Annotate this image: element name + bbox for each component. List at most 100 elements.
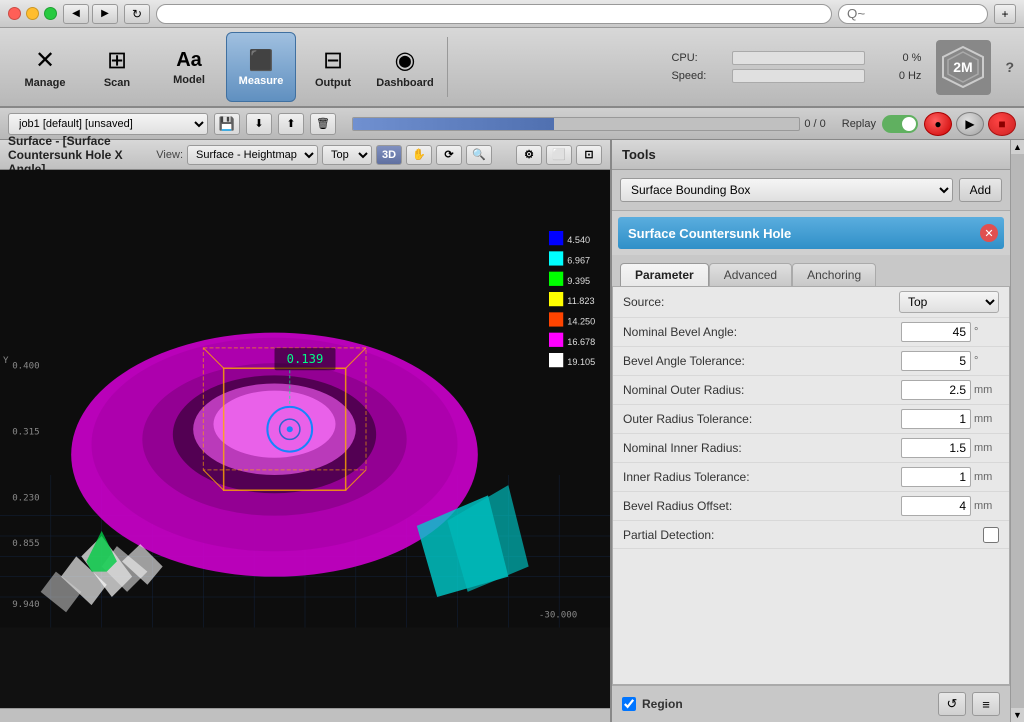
toolbar-output[interactable]: ⊟ Output — [298, 32, 368, 102]
forward-button[interactable]: ▶ — [92, 4, 118, 24]
toolbar: ✕ Manage ⊞ Scan Aa Model ⬛ Measure ⊟ Out… — [0, 28, 1024, 108]
upload-button[interactable]: ⬆ — [278, 113, 304, 135]
inner-radius-input[interactable] — [901, 438, 971, 458]
outer-tolerance-label: Outer Radius Tolerance: — [623, 412, 901, 426]
job-selector[interactable]: job1 [default] [unsaved] — [8, 113, 208, 135]
output-label: Output — [315, 77, 351, 89]
region-checkbox[interactable] — [622, 697, 636, 711]
toolbar-scan[interactable]: ⊞ Scan — [82, 32, 152, 102]
progress-fill — [353, 118, 554, 130]
toolbar-separator — [447, 37, 448, 97]
scroll-down-button[interactable]: ▼ — [1011, 708, 1024, 722]
source-label: Source: — [623, 295, 899, 309]
horizontal-scrollbar[interactable] — [0, 708, 610, 722]
svg-text:-30.000: -30.000 — [539, 610, 577, 620]
bevel-angle-input[interactable] — [901, 322, 971, 342]
nav-buttons: ◀ ▶ — [63, 4, 118, 24]
scroll-up-button[interactable]: ▲ — [1011, 140, 1024, 154]
stop-record-button[interactable]: ■ — [988, 112, 1016, 136]
measure-icon: ⬛ — [249, 48, 274, 73]
progress-bar — [352, 117, 800, 131]
output-icon: ⊟ — [323, 46, 343, 75]
right-scrollbar[interactable]: ▲ ▼ — [1010, 140, 1024, 722]
tool-type-dropdown[interactable]: Surface Bounding Box — [620, 178, 953, 202]
svg-text:0.230: 0.230 — [12, 493, 39, 503]
address-bar[interactable] — [156, 4, 832, 24]
tab-parameter[interactable]: Parameter — [620, 263, 709, 286]
svg-text:19.105: 19.105 — [567, 357, 595, 367]
new-tab-button[interactable]: + — [994, 4, 1016, 24]
refresh-button[interactable]: ↻ — [124, 4, 150, 24]
replay-label: Replay — [842, 118, 876, 130]
svg-text:2M: 2M — [954, 59, 973, 75]
play-button[interactable]: ▶ — [956, 112, 984, 136]
bevel-tolerance-input[interactable] — [901, 351, 971, 371]
download-button[interactable]: ⬇ — [246, 113, 272, 135]
reset-button[interactable]: ↺ — [938, 692, 966, 716]
view-mode-select[interactable]: Surface - Heightmap — [187, 145, 318, 165]
zoom-button[interactable]: 🔍 — [466, 145, 492, 165]
inner-tolerance-unit: mm — [974, 471, 999, 483]
right-panel-container: Tools Surface Bounding Box Add Surface C… — [610, 140, 1024, 722]
add-tool-button[interactable]: Add — [959, 178, 1002, 202]
param-row-bevel-offset: Bevel Radius Offset: mm — [613, 492, 1009, 521]
outer-tolerance-input[interactable] — [901, 409, 971, 429]
back-button[interactable]: ◀ — [63, 4, 89, 24]
bevel-offset-input[interactable] — [901, 496, 971, 516]
view-direction-select[interactable]: Top — [322, 145, 372, 165]
toolbar-measure[interactable]: ⬛ Measure — [226, 32, 296, 102]
main-area: Surface - [Surface Countersunk Hole X An… — [0, 140, 1024, 722]
scan-label: Scan — [104, 77, 130, 89]
partial-detection-checkbox[interactable] — [983, 527, 999, 543]
svg-text:9.395: 9.395 — [567, 276, 590, 286]
screenshot-btn[interactable]: ⬜ — [546, 145, 572, 165]
source-select[interactable]: Top — [899, 291, 999, 313]
viewport[interactable]: 0.139 0.400 0.315 0.230 0.855 9.940 Y -3… — [0, 170, 610, 722]
manage-label: Manage — [25, 77, 66, 89]
param-row-inner-radius: Nominal Inner Radius: mm — [613, 434, 1009, 463]
list-button[interactable]: ≡ — [972, 692, 1000, 716]
minimize-button[interactable] — [26, 7, 39, 20]
3d-button[interactable]: 3D — [376, 145, 402, 165]
replay-toggle[interactable] — [882, 115, 918, 133]
inner-tolerance-input[interactable] — [901, 467, 971, 487]
toolbar-dashboard[interactable]: ◉ Dashboard — [370, 32, 440, 102]
svg-text:0.400: 0.400 — [12, 361, 39, 371]
speed-row: Speed: 0 Hz — [671, 69, 921, 83]
progress-values: 0 / 0 — [804, 118, 825, 130]
pan-button[interactable]: ✋ — [406, 145, 432, 165]
rotate-button[interactable]: ⟳ — [436, 145, 462, 165]
titlebar: ◀ ▶ ↻ + — [0, 0, 1024, 28]
search-bar[interactable] — [838, 4, 988, 24]
svg-text:0.315: 0.315 — [12, 427, 39, 437]
logo-area: 2M — [923, 40, 1003, 95]
cpu-bar — [732, 51, 865, 65]
tab-anchoring[interactable]: Anchoring — [792, 263, 876, 286]
close-button[interactable] — [8, 7, 21, 20]
inner-radius-label: Nominal Inner Radius: — [623, 441, 901, 455]
help-button[interactable]: ? — [1005, 59, 1014, 75]
record-button[interactable]: ● — [924, 112, 952, 136]
scan-icon: ⊞ — [107, 46, 127, 75]
view-header: Surface - [Surface Countersunk Hole X An… — [0, 140, 610, 170]
svg-text:6.967: 6.967 — [567, 256, 590, 266]
toolbar-model[interactable]: Aa Model — [154, 32, 224, 102]
delete-button[interactable]: 🗑 — [310, 113, 336, 135]
maximize-button[interactable] — [44, 7, 57, 20]
outer-tolerance-unit: mm — [974, 413, 999, 425]
jobbar: job1 [default] [unsaved] 💾 ⬇ ⬆ 🗑 0 / 0 R… — [0, 108, 1024, 140]
fullscreen-btn[interactable]: ⊡ — [576, 145, 602, 165]
feature-name: Surface Countersunk Hole — [628, 226, 791, 241]
tools-title: Tools — [622, 147, 656, 162]
region-label: Region — [642, 697, 683, 711]
toolbar-manage[interactable]: ✕ Manage — [10, 32, 80, 102]
scroll-track[interactable] — [1011, 154, 1024, 708]
settings-btn[interactable]: ⚙ — [516, 145, 542, 165]
app-logo: 2M — [936, 40, 991, 95]
cpu-value: 0 % — [871, 52, 921, 64]
tab-advanced[interactable]: Advanced — [709, 263, 792, 286]
feature-close-button[interactable]: ✕ — [980, 224, 998, 242]
svg-text:Y: Y — [3, 356, 9, 366]
save-job-button[interactable]: 💾 — [214, 113, 240, 135]
outer-radius-input[interactable] — [901, 380, 971, 400]
